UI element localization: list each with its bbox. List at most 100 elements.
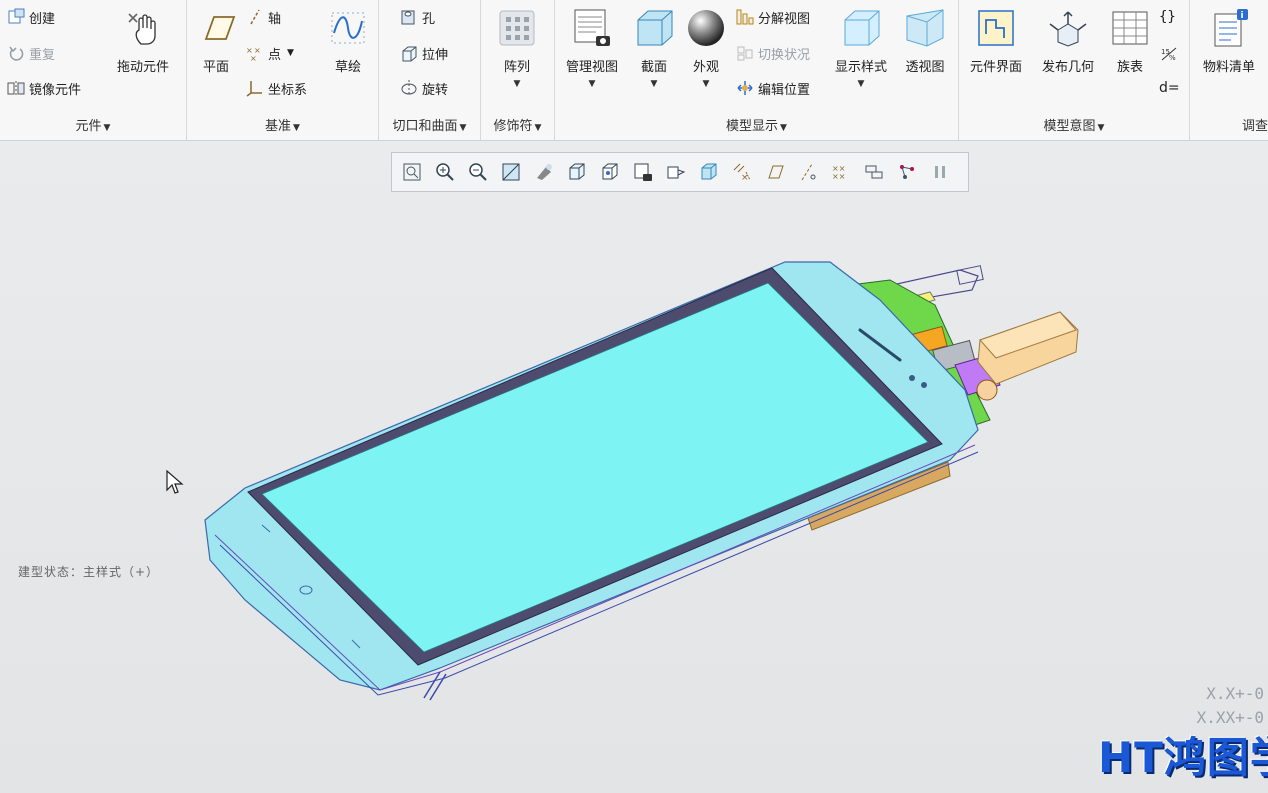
display-style-icon — [839, 6, 883, 50]
chevron-down-icon: ▼ — [513, 79, 521, 89]
hole-icon — [399, 8, 419, 26]
group-model-display-label[interactable]: 模型显示 ▼ — [555, 115, 958, 134]
plane-label: 平面 — [202, 60, 229, 75]
edit-position-button[interactable]: 编辑位置 — [735, 77, 810, 99]
chevron-down-icon: ▼ — [780, 123, 787, 133]
family-table-button[interactable]: 族表 — [1099, 6, 1161, 75]
edit-position-icon — [735, 79, 755, 97]
axis-label: 轴 — [268, 11, 282, 27]
display-style-icon[interactable] — [563, 158, 591, 186]
chevron-down-icon: ▼ — [534, 123, 542, 133]
hole-button[interactable]: 孔 — [399, 6, 435, 28]
refit-icon[interactable] — [398, 158, 426, 186]
repeat-label: 重复 — [29, 47, 56, 63]
mirror-component-button[interactable]: 镜像元件 — [6, 77, 81, 99]
d-equals-label: d= — [1159, 80, 1180, 96]
saved-orientations-icon[interactable] — [596, 158, 624, 186]
drag-hand-icon — [121, 6, 165, 50]
csys-label: 坐标系 — [268, 82, 308, 98]
component-interface-icon — [974, 6, 1018, 50]
svg-text:i: i — [1241, 11, 1244, 21]
chevron-down-icon: ▼ — [103, 123, 111, 133]
edit-position-label: 编辑位置 — [758, 82, 811, 98]
group-investigate-label[interactable]: 调查 — [1190, 115, 1268, 134]
relations-braces-button[interactable]: {} — [1159, 6, 1176, 28]
perspective-label: 透视图 — [905, 60, 945, 75]
drag-component-button[interactable]: 拖动元件 — [112, 6, 174, 75]
model-state-label: 建型状态：主样式（+） — [18, 565, 160, 579]
pattern-label: 阵列 — [503, 60, 530, 75]
csys-display-icon[interactable] — [860, 158, 888, 186]
svg-text:×: × — [741, 173, 749, 182]
pause-icon[interactable] — [926, 158, 954, 186]
group-modifier: 阵列 ▼ 修饰符 ▼ — [481, 0, 555, 140]
toggle-status-label: 切换状况 — [758, 47, 811, 63]
manage-views-label: 管理视图 — [565, 60, 618, 75]
plane-icon — [194, 6, 238, 50]
create-button[interactable]: 创建 — [6, 6, 55, 28]
point-display-icon[interactable]: ×× ×× — [827, 158, 855, 186]
perspective-button[interactable]: 透视图 — [894, 6, 956, 75]
display-style-label: 显示样式 — [834, 60, 887, 75]
point-button[interactable]: × × × 点 ▼ — [245, 42, 294, 64]
manage-views-button[interactable]: 管理视图 ▼ — [561, 6, 623, 89]
revolve-icon — [399, 79, 419, 97]
shading-icon[interactable] — [530, 158, 558, 186]
component-interface-button[interactable]: 元件界面 — [965, 6, 1027, 75]
d-equals-button[interactable]: d= — [1159, 77, 1180, 99]
plane-button[interactable]: 平面 — [185, 6, 247, 75]
axis-button[interactable]: 轴 — [245, 6, 281, 28]
display-style-button[interactable]: 显示样式 ▼ — [830, 6, 892, 89]
perspective-view-icon[interactable] — [662, 158, 690, 186]
annotation-display-icon[interactable] — [893, 158, 921, 186]
publish-geometry-icon — [1046, 6, 1090, 50]
revolve-button[interactable]: 旋转 — [399, 77, 448, 99]
bom-button[interactable]: i 物料清单 — [1196, 6, 1262, 75]
group-component-label[interactable]: 元件 ▼ — [0, 115, 186, 134]
sketch-button[interactable]: 草绘 — [317, 6, 379, 75]
section-icon — [632, 6, 676, 50]
point-icon: × × × — [245, 44, 265, 62]
group-component: 创建 重复 镜像元件 拖动元件 元件 ▼ — [0, 0, 187, 140]
appearance-button[interactable]: 外观 ▼ — [675, 6, 737, 89]
view-manager-icon[interactable] — [629, 158, 657, 186]
manage-views-icon — [570, 6, 614, 50]
explode-icon — [735, 8, 755, 26]
svg-text:%: % — [1169, 54, 1176, 62]
group-datum: 平面 轴 × × × 点 ▼ 坐标系 草绘 基准 ▼ — [187, 0, 379, 140]
appearance-label: 外观 — [692, 60, 719, 75]
svg-text:×: × — [250, 54, 257, 62]
repeat-button[interactable]: 重复 — [6, 42, 55, 64]
publish-geometry-button[interactable]: 发布几何 — [1037, 6, 1099, 75]
plane-display-icon[interactable] — [761, 158, 789, 186]
zoom-in-icon[interactable] — [431, 158, 459, 186]
pattern-button[interactable]: 阵列 ▼ — [486, 6, 548, 89]
section-view-icon[interactable] — [695, 158, 723, 186]
zoom-out-icon[interactable] — [464, 158, 492, 186]
phone-assembly-model[interactable] — [200, 255, 1090, 709]
sketch-label: 草绘 — [334, 60, 361, 75]
group-datum-label[interactable]: 基准 ▼ — [187, 115, 378, 134]
sketch-icon — [326, 6, 370, 50]
repaint-icon[interactable] — [497, 158, 525, 186]
exploded-view-button[interactable]: 分解视图 — [735, 6, 810, 28]
csys-button[interactable]: 坐标系 — [245, 77, 307, 99]
parameters-button[interactable]: 15% — [1159, 42, 1182, 64]
chevron-down-icon: ▼ — [702, 79, 710, 89]
group-cut-label[interactable]: 切口和曲面 ▼ — [379, 115, 480, 134]
bom-label: 物料清单 — [1202, 60, 1255, 75]
mouse-cursor-icon — [166, 469, 184, 500]
drag-label: 拖动元件 — [116, 60, 169, 75]
extrude-button[interactable]: 拉伸 — [399, 42, 448, 64]
group-modifier-label[interactable]: 修饰符 ▼ — [481, 115, 554, 134]
pattern-icon — [495, 6, 539, 50]
toggle-status-button[interactable]: 切换状况 — [735, 42, 810, 64]
svg-text:××: ×× — [832, 172, 845, 181]
axis-icon — [245, 8, 265, 26]
exploded-view-label: 分解视图 — [758, 11, 811, 27]
axis-display-icon[interactable] — [794, 158, 822, 186]
group-model-intent-label[interactable]: 模型意图 ▼ — [959, 115, 1189, 134]
group-model-display: 管理视图 ▼ 截面 ▼ 外观 ▼ 分解视图 切换状况 编辑位置 显示样式 ▼ 透… — [555, 0, 959, 140]
chevron-down-icon: ▼ — [287, 48, 294, 58]
datum-display-icon[interactable]: × — [728, 158, 756, 186]
